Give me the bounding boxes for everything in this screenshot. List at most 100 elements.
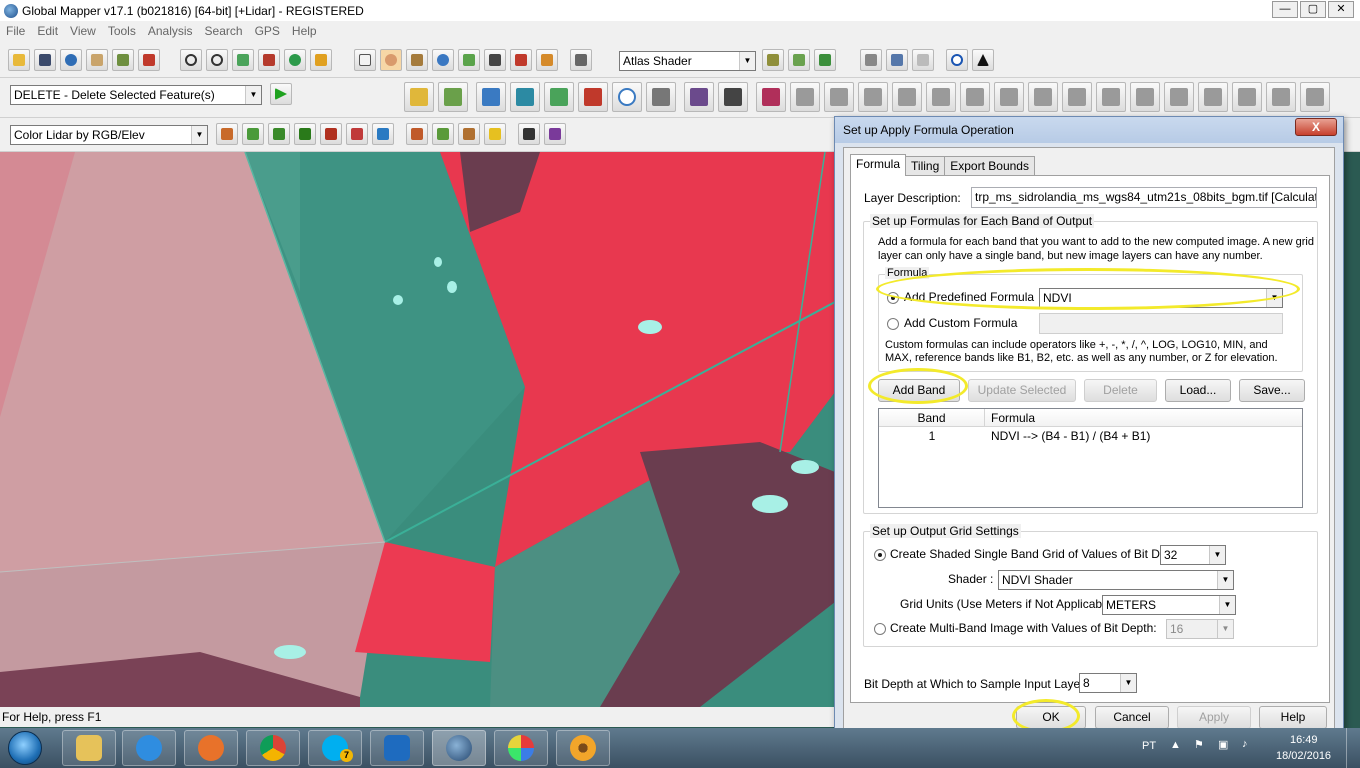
lidar-ag-icon[interactable]	[432, 123, 454, 145]
custom-formula-input[interactable]	[1039, 313, 1283, 334]
output-shader-select[interactable]: NDVI Shader ▼	[998, 570, 1234, 590]
draw-icon[interactable]	[510, 49, 532, 71]
config-icon[interactable]	[112, 49, 134, 71]
maximize-button[interactable]: ▢	[1300, 1, 1326, 18]
feature-info-icon[interactable]	[432, 49, 454, 71]
minimize-button[interactable]: —	[1272, 1, 1298, 18]
lidar-hv-icon[interactable]	[294, 123, 316, 145]
volume-icon[interactable]	[536, 49, 558, 71]
menu-view[interactable]: View	[70, 24, 96, 38]
tab-export-bounds[interactable]: Export Bounds	[944, 156, 1035, 176]
crosshair-grey-icon[interactable]	[912, 49, 934, 71]
menu-search[interactable]: Search	[205, 24, 243, 38]
lidar-mv-icon[interactable]	[268, 123, 290, 145]
taskbar-paint[interactable]	[494, 730, 548, 766]
grid-view-icon[interactable]	[310, 49, 332, 71]
insert-vertex-icon[interactable]	[718, 82, 748, 112]
multiband-bit-depth-select[interactable]: 16 ▼	[1166, 619, 1234, 639]
taskbar-chrome[interactable]	[246, 730, 300, 766]
move-feature-icon[interactable]	[544, 82, 574, 112]
lidar-filter-icon[interactable]	[518, 123, 540, 145]
start-button[interactable]	[8, 731, 42, 765]
target-icon[interactable]	[946, 49, 968, 71]
zoom-out-icon[interactable]	[206, 49, 228, 71]
menu-gps[interactable]: GPS	[255, 24, 280, 38]
table-row[interactable]: 1 NDVI --> (B4 - B1) / (B4 + B1)	[879, 428, 1302, 446]
close-button[interactable]: ✕	[1328, 1, 1354, 18]
lidar-building-icon[interactable]	[320, 123, 342, 145]
band-formula-table[interactable]: Band Formula 1 NDVI --> (B4 - B1) / (B4 …	[878, 408, 1303, 508]
north-arrow-icon[interactable]	[972, 49, 994, 71]
clock-time[interactable]: 16:49	[1290, 734, 1318, 746]
edit-tool-16-icon[interactable]	[1300, 82, 1330, 112]
circles-icon[interactable]	[612, 82, 642, 112]
show-desktop-button[interactable]	[1346, 728, 1360, 768]
create-area-icon[interactable]	[404, 82, 434, 112]
home-icon[interactable]	[258, 49, 280, 71]
shaded-grid-bit-depth-select[interactable]: 32 ▼	[1160, 545, 1226, 565]
edit-tool-7-icon[interactable]	[994, 82, 1024, 112]
predefined-formula-radio[interactable]	[887, 292, 899, 304]
coordinates-icon[interactable]	[578, 82, 608, 112]
save-button[interactable]: Save...	[1239, 379, 1305, 402]
taskbar-explorer[interactable]	[62, 730, 116, 766]
menu-edit[interactable]: Edit	[37, 24, 58, 38]
flag-icon[interactable]: ⚑	[1194, 738, 1204, 751]
save-icon[interactable]	[34, 49, 56, 71]
predefined-formula-select[interactable]: NDVI ▼	[1039, 288, 1283, 308]
select-tool-icon[interactable]	[354, 49, 376, 71]
path-profile-icon[interactable]	[458, 49, 480, 71]
menu-analysis[interactable]: Analysis	[148, 24, 193, 38]
taskbar-global-mapper[interactable]	[432, 730, 486, 766]
shader-options-icon[interactable]	[762, 49, 784, 71]
map-view[interactable]	[0, 152, 840, 707]
column-header-formula[interactable]: Formula	[991, 409, 1035, 427]
zoom-in-icon[interactable]	[180, 49, 202, 71]
taskbar-firefox[interactable]	[184, 730, 238, 766]
edit-tool-5-icon[interactable]	[926, 82, 956, 112]
lidar-highlight-icon[interactable]	[484, 123, 506, 145]
copy-icon[interactable]	[886, 49, 908, 71]
layer-description-input[interactable]: trp_ms_sidrolandia_ms_wgs84_utm21s_08bit…	[971, 187, 1317, 208]
shaded-grid-radio[interactable]	[874, 549, 886, 561]
edit-tool-10-icon[interactable]	[1096, 82, 1126, 112]
lidar-water-icon[interactable]	[372, 123, 394, 145]
lidar-lv-icon[interactable]	[242, 123, 264, 145]
edit-tool-9-icon[interactable]	[1062, 82, 1092, 112]
taskbar-skype[interactable]: 7	[308, 730, 362, 766]
digitizer-select[interactable]: DELETE - Delete Selected Feature(s) ▼	[10, 85, 262, 105]
edit-tool-15-icon[interactable]	[1266, 82, 1296, 112]
tools-icon[interactable]	[138, 49, 160, 71]
lidar-powerline-icon[interactable]	[346, 123, 368, 145]
lidar-ac-icon[interactable]	[458, 123, 480, 145]
cancel-button[interactable]: Cancel	[1095, 706, 1169, 729]
edit-vertices-icon[interactable]	[510, 82, 540, 112]
volume-icon[interactable]: ♪	[1242, 738, 1248, 750]
menu-file[interactable]: File	[6, 24, 25, 38]
update-selected-button[interactable]: Update Selected	[968, 379, 1076, 402]
arch-icon[interactable]	[570, 49, 592, 71]
3d-view-icon[interactable]	[788, 49, 810, 71]
language-indicator[interactable]: PT	[1142, 740, 1156, 752]
layer-control-icon[interactable]	[86, 49, 108, 71]
column-header-band[interactable]: Band	[879, 409, 985, 427]
taskbar-outlook[interactable]	[370, 730, 424, 766]
tab-tiling[interactable]: Tiling	[905, 156, 946, 176]
lidar-ground-icon[interactable]	[216, 123, 238, 145]
grid-units-select[interactable]: METERS ▼	[1102, 595, 1236, 615]
measure-icon[interactable]	[406, 49, 428, 71]
help-button[interactable]: Help	[1259, 706, 1327, 729]
edit-tool-13-icon[interactable]	[1198, 82, 1228, 112]
tab-formula[interactable]: Formula	[850, 154, 907, 176]
edit-tool-14-icon[interactable]	[1232, 82, 1262, 112]
edit-tool-3-icon[interactable]	[858, 82, 888, 112]
delete-button[interactable]: Delete	[1084, 379, 1157, 402]
grid-create-icon[interactable]	[646, 82, 676, 112]
custom-formula-radio[interactable]	[887, 318, 899, 330]
lidar-palette-icon[interactable]	[544, 123, 566, 145]
vertex-tool-icon[interactable]	[684, 82, 714, 112]
create-point-icon[interactable]	[476, 82, 506, 112]
digitizer-icon[interactable]	[860, 49, 882, 71]
multiband-radio[interactable]	[874, 623, 886, 635]
menu-tools[interactable]: Tools	[108, 24, 136, 38]
